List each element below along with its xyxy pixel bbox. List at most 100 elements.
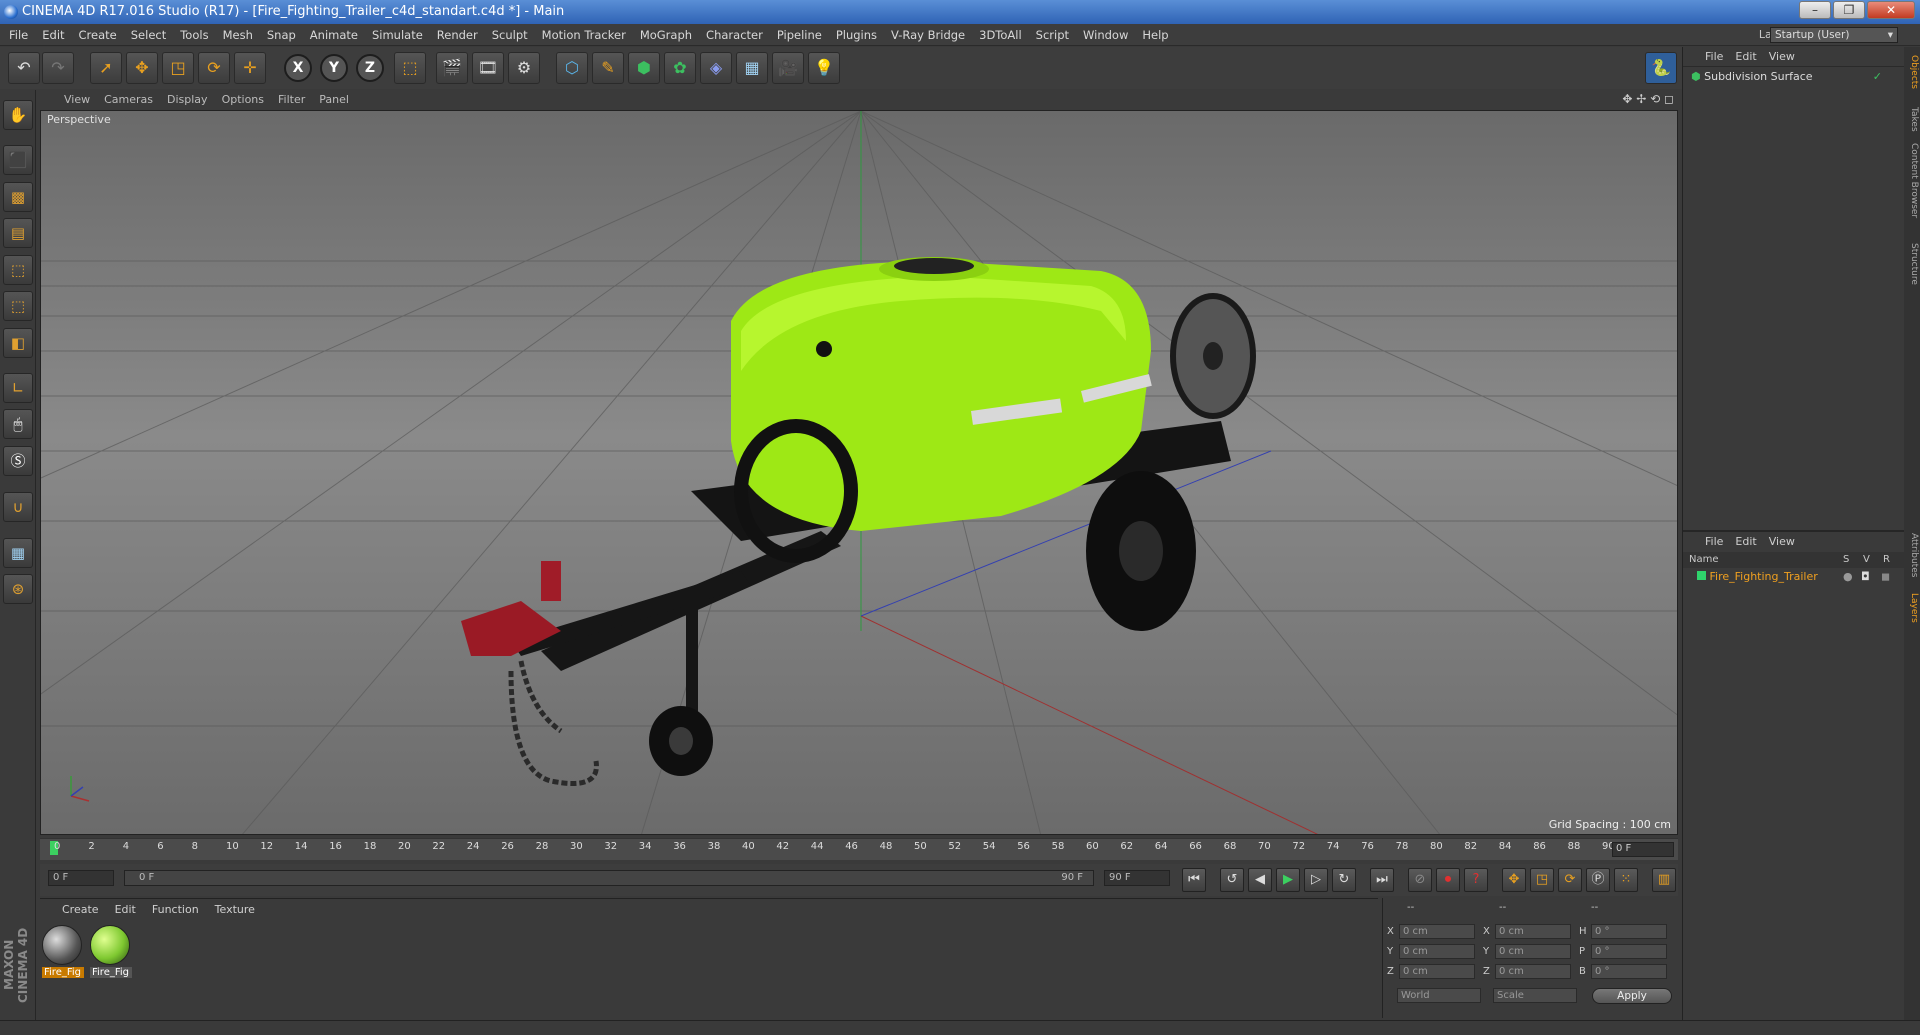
menu-simulate[interactable]: Simulate [365,24,430,46]
cube-icon[interactable]: ⬡ [556,52,588,84]
layer-row[interactable]: Fire_Fighting_Trailer ● ◘ ◼ [1683,568,1904,586]
menu-file[interactable]: File [0,24,35,46]
next-frame-icon[interactable]: ▷ [1304,868,1328,892]
close-button[interactable]: ✕ [1867,1,1915,19]
render-settings-icon[interactable]: ⚙ [508,52,540,84]
3d-viewport[interactable]: Perspective Grid Spacing : 100 cm [40,110,1678,835]
layout-select[interactable]: Startup (User) ▾ [1770,27,1898,43]
goto-start-icon[interactable]: ⏮ [1182,868,1206,892]
start-frame-field[interactable]: 0 F [48,870,114,886]
key-position-icon[interactable]: ✥ [1502,868,1526,892]
render-icon[interactable]: ◼ [1881,568,1890,586]
position-z-field[interactable]: 0 cm [1399,964,1475,979]
menu-motion-tracker[interactable]: Motion Tracker [535,24,633,46]
position-y-field[interactable]: 0 cm [1399,944,1475,959]
menu-script[interactable]: Script [1029,24,1076,46]
layers-menu-view[interactable]: View [1763,532,1801,552]
coordinate-system-icon[interactable]: ⬚ [394,52,426,84]
key-rotation-icon[interactable]: ⟳ [1558,868,1582,892]
menu-help[interactable]: Help [1135,24,1175,46]
position-x-field[interactable]: 0 cm [1399,924,1475,939]
viewport-navigation-icons[interactable]: ✥ ✢ ⟲ ◻ [1622,92,1674,106]
snap-s-icon[interactable]: Ⓢ [3,446,33,476]
rotation-b-field[interactable]: 0 ° [1591,964,1667,979]
menu-mograph[interactable]: MoGraph [633,24,699,46]
rotation-h-field[interactable]: 0 ° [1591,924,1667,939]
viewport-menu-view[interactable]: View [36,90,97,110]
viewport-menu-options[interactable]: Options [215,90,271,110]
menu-snap[interactable]: Snap [260,24,303,46]
menu-window[interactable]: Window [1076,24,1135,46]
edges-mode-icon[interactable]: ⬚ [3,291,33,321]
keyframe-selection-icon[interactable]: ? [1464,868,1488,892]
material-thumbnail[interactable]: Fire_Fig [42,925,84,981]
key-parameter-icon[interactable]: Ⓟ [1586,868,1610,892]
scale-icon[interactable]: ◳ [162,52,194,84]
key-scale-icon[interactable]: ◳ [1530,868,1554,892]
array-icon[interactable]: ✿ [664,52,696,84]
workplane-icon[interactable]: ▤ [3,218,33,248]
minimize-button[interactable]: – [1799,1,1831,19]
apply-button[interactable]: Apply [1592,988,1672,1004]
current-frame-field[interactable]: 0 F [1612,842,1674,857]
timeline-ruler[interactable]: 0 2 4 6 8 10 12 14 16 18 20 22 24 26 28 30 32 34 36 38 40 42 4… [40,838,1678,860]
pen-spline-icon[interactable]: ✎ [592,52,624,84]
size-z-field[interactable]: 0 cm [1495,964,1571,979]
deformer-icon[interactable]: ◈ [700,52,732,84]
menu-create[interactable]: Create [72,24,124,46]
rotation-p-field[interactable]: 0 ° [1591,944,1667,959]
menu-vray-bridge[interactable]: V-Ray Bridge [884,24,972,46]
preview-range-slider[interactable]: 0 F 90 F [124,870,1094,886]
viewport-menu-panel[interactable]: Panel [312,90,356,110]
material-menu-function[interactable]: Function [144,899,207,921]
timeline-window-icon[interactable]: ▥ [1652,868,1676,892]
solo-dot-icon[interactable]: ● [1843,568,1853,586]
move-icon[interactable]: ✥ [126,52,158,84]
play-icon[interactable]: ▶ [1276,868,1300,892]
lock-workplane-icon[interactable]: ⊛ [3,574,33,604]
menu-3dtoall[interactable]: 3DToAll [972,24,1029,46]
render-view-icon[interactable]: 🎬 [436,52,468,84]
material-menu-texture[interactable]: Texture [207,899,263,921]
tab-attributes[interactable]: Attributes [1905,533,1919,577]
autokey-icon[interactable]: ⏺ [1436,868,1460,892]
menu-select[interactable]: Select [124,24,173,46]
python-icon[interactable]: 🐍 [1645,52,1677,84]
menu-render[interactable]: Render [430,24,485,46]
z-axis-icon[interactable]: Z [356,54,384,82]
undo-icon[interactable]: ↶ [8,52,40,84]
next-key-icon[interactable]: ↻ [1332,868,1356,892]
redo-icon[interactable]: ↷ [42,52,74,84]
layers-menu-edit[interactable]: Edit [1729,532,1762,552]
texture-mode-icon[interactable]: ▩ [3,182,33,212]
axis-mode-icon[interactable]: ∟ [3,373,33,403]
magnet-icon[interactable]: ∪ [3,492,33,522]
menu-tools[interactable]: Tools [173,24,215,46]
prev-frame-icon[interactable]: ◀ [1248,868,1272,892]
world-select[interactable]: World [1397,988,1481,1003]
material-menu-create[interactable]: Create [40,899,107,921]
visibility-icon[interactable]: ◘ [1861,568,1870,586]
transform-icon[interactable]: ✛ [234,52,266,84]
tab-layers[interactable]: Layers [1905,593,1919,623]
viewport-menu-display[interactable]: Display [160,90,215,110]
viewport-menu-filter[interactable]: Filter [271,90,312,110]
enabled-check-icon[interactable]: ✓ [1873,67,1904,87]
tab-structure[interactable]: Structure [1905,243,1919,285]
scale-select[interactable]: Scale [1493,988,1577,1003]
size-y-field[interactable]: 0 cm [1495,944,1571,959]
menu-sculpt[interactable]: Sculpt [485,24,535,46]
points-mode-icon[interactable]: ⬚ [3,255,33,285]
rotate-icon[interactable]: ⟳ [198,52,230,84]
menu-mesh[interactable]: Mesh [216,24,260,46]
objects-menu-edit[interactable]: Edit [1729,47,1762,67]
prev-key-icon[interactable]: ↺ [1220,868,1244,892]
objects-menu-view[interactable]: View [1763,47,1801,67]
size-x-field[interactable]: 0 cm [1495,924,1571,939]
end-frame-field[interactable]: 90 F [1104,870,1170,886]
floor-icon[interactable]: ▦ [736,52,768,84]
material-menu-edit[interactable]: Edit [107,899,144,921]
goto-end-icon[interactable]: ⏭ [1370,868,1394,892]
record-keys-icon[interactable]: ⊘ [1408,868,1432,892]
select-arrow-icon[interactable]: ➚ [90,52,122,84]
